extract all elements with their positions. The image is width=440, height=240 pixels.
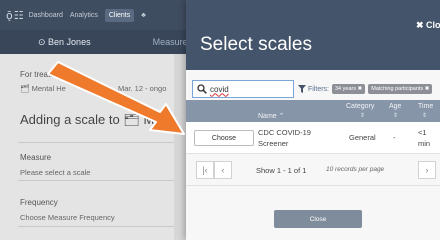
- scale-name-line1: CDC COVID-19: [258, 128, 311, 137]
- client-name[interactable]: ⊙ Ben Jones: [38, 37, 91, 48]
- choose-button[interactable]: Choose: [194, 130, 254, 146]
- frequency-select[interactable]: Choose Measure Frequency: [20, 213, 115, 222]
- adding-scale-heading: Adding a scale to 🗂 Menta: [20, 112, 180, 127]
- divider: [18, 142, 183, 143]
- column-name[interactable]: Name ⌃: [258, 112, 284, 120]
- close-button[interactable]: Close: [274, 210, 362, 228]
- treatment-dates: Mar. 12 - ongo: [118, 84, 167, 93]
- scale-age: -: [393, 133, 396, 142]
- scale-name-line2: Screener: [258, 139, 289, 148]
- column-time[interactable]: Time: [418, 103, 433, 110]
- app-logo[interactable]: ǭ☷: [6, 9, 25, 22]
- funnel-icon: [298, 85, 306, 93]
- table-header: Name ⌃ Category ⇕ Age ⇕ Time ⇕: [186, 100, 440, 122]
- scale-time-line1: <1: [418, 128, 427, 137]
- filters-bar: Filters: 34 years ✖ Matching participant…: [298, 84, 435, 94]
- measure-select[interactable]: Please select a scale: [20, 168, 90, 177]
- nav-analytics[interactable]: Analytics: [70, 12, 98, 19]
- filter-chip-participants[interactable]: Matching participants ✖: [368, 84, 433, 94]
- column-age[interactable]: Age: [389, 103, 401, 110]
- modal-header: ✖ Clo Select scales: [186, 0, 440, 70]
- treatment-value: 🗂 Mental He: [20, 84, 66, 93]
- filters-label: Filters:: [308, 85, 329, 93]
- divider: [18, 180, 183, 181]
- search-icon: [197, 84, 207, 94]
- nav-extra-icon[interactable]: ♣: [141, 12, 146, 19]
- next-page-button[interactable]: ›: [418, 161, 436, 179]
- sort-icon[interactable]: ⇕: [360, 112, 365, 119]
- search-value: covid: [210, 84, 229, 94]
- sort-icon[interactable]: ⇕: [422, 112, 427, 119]
- prev-page-button[interactable]: ‹: [214, 161, 232, 179]
- modal-title: Select scales: [200, 34, 312, 55]
- treatment-label: For treatm: [20, 70, 57, 79]
- filter-chip-age[interactable]: 34 years ✖: [332, 84, 366, 94]
- nav-dashboard[interactable]: Dashboard: [29, 12, 63, 19]
- select-scales-modal: ✖ Clo Select scales covid Filters: 34 ye…: [186, 0, 440, 240]
- page-status: Show 1 - 1 of 1: [256, 166, 307, 175]
- scale-category: General: [349, 133, 376, 142]
- close-top-button[interactable]: ✖ Clo: [416, 20, 440, 31]
- divider: [18, 226, 183, 227]
- measure-label: Measure: [20, 153, 52, 162]
- table-row: Choose CDC COVID-19 Screener General - <…: [186, 122, 440, 154]
- background-panel: For treatm 🗂 Mental He Mar. 12 - ongo Ad…: [0, 54, 190, 240]
- sort-icon[interactable]: ⇕: [393, 112, 398, 119]
- column-category[interactable]: Category: [346, 103, 374, 110]
- search-input[interactable]: covid: [192, 80, 294, 98]
- pagination: |‹ ‹ Show 1 - 1 of 1 10 records per page…: [186, 154, 440, 186]
- frequency-label: Frequency: [20, 198, 58, 207]
- first-page-button[interactable]: |‹: [196, 161, 214, 179]
- scale-time-line2: min: [418, 139, 431, 148]
- nav-clients[interactable]: Clients: [104, 8, 135, 22]
- records-per-page-select[interactable]: 10 records per page: [326, 166, 384, 173]
